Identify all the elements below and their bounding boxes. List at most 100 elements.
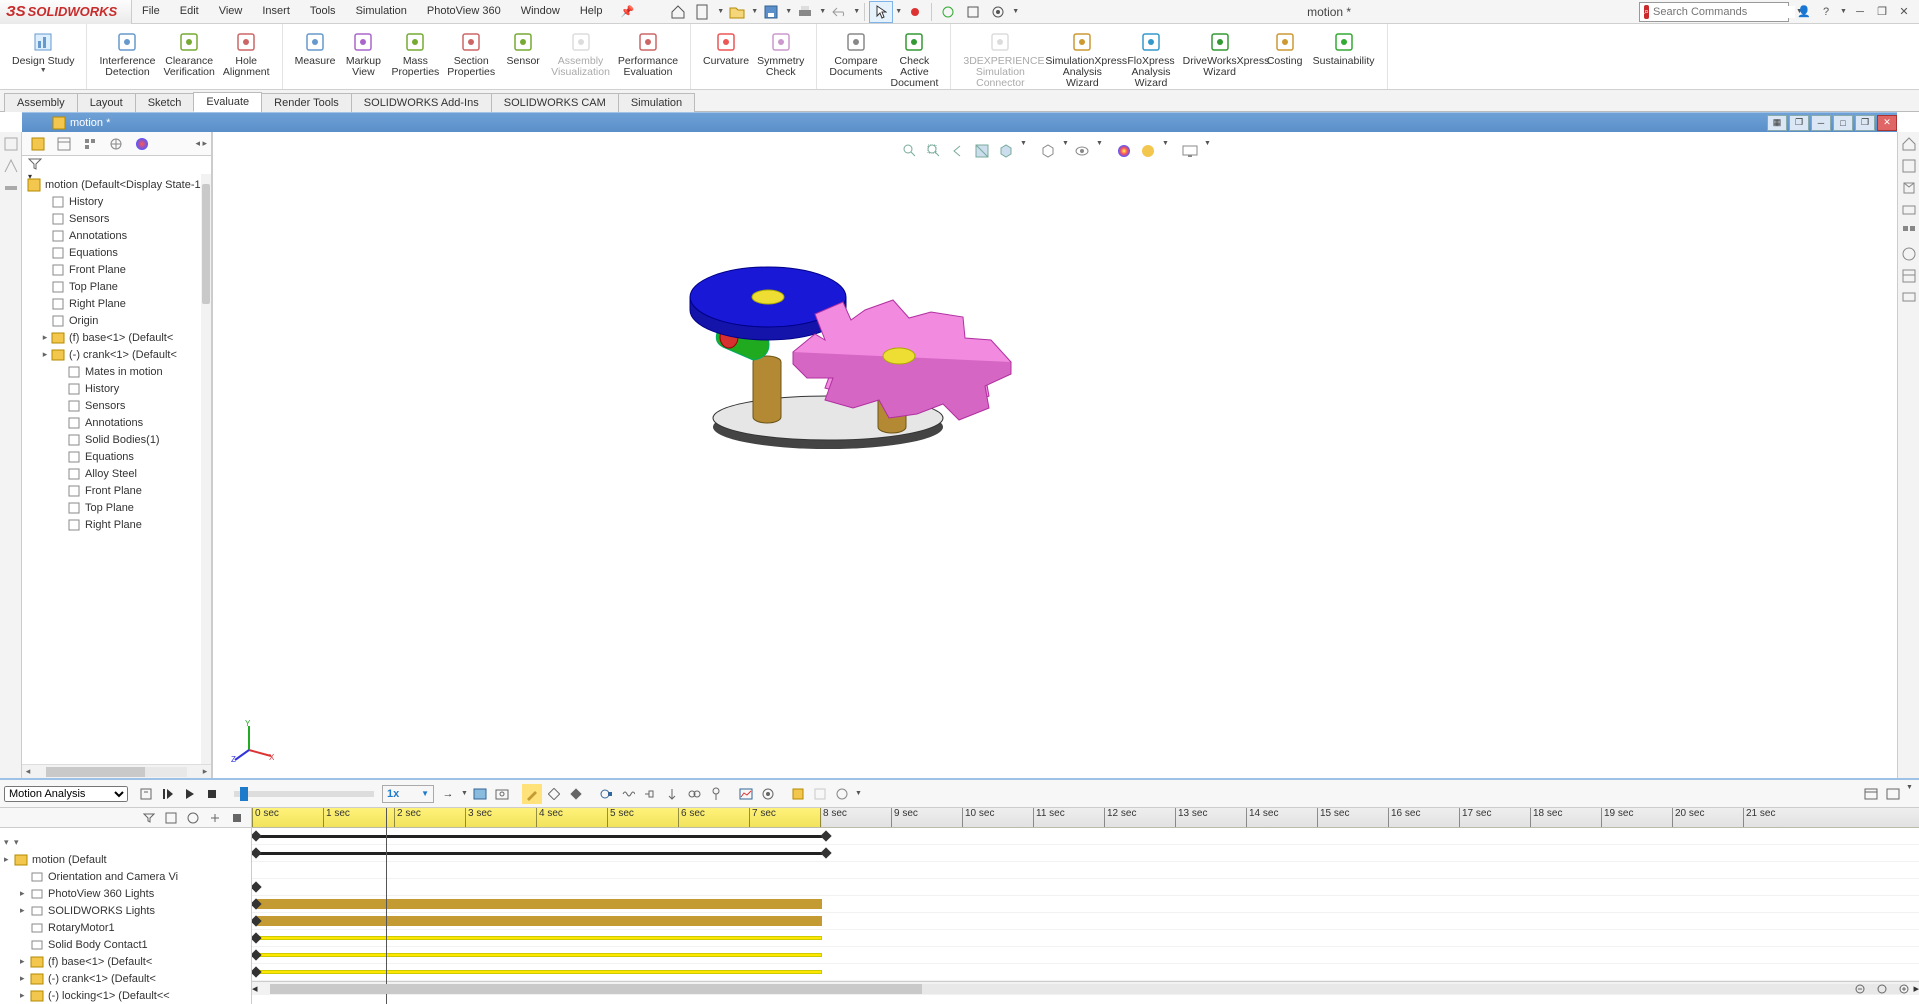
minimize-icon[interactable]: ─ <box>1851 4 1869 20</box>
appearances-icon[interactable] <box>1901 246 1917 262</box>
doc-close-icon[interactable]: ✕ <box>1877 115 1897 131</box>
fm-node[interactable]: Right Plane <box>22 516 211 533</box>
add-key-icon[interactable] <box>566 784 586 804</box>
home-icon[interactable] <box>666 1 690 23</box>
fm-hscrollbar[interactable]: ◂▸ <box>22 764 211 778</box>
settings-icon[interactable] <box>986 1 1010 23</box>
tab-assembly[interactable]: Assembly <box>4 93 78 112</box>
open-icon[interactable] <box>725 1 749 23</box>
gutter-icon[interactable] <box>3 136 19 152</box>
zoom-area-icon[interactable] <box>923 140 945 162</box>
fm-tab-display[interactable] <box>130 134 154 154</box>
timeline-hscrollbar[interactable]: ◂▸ <box>252 981 1919 995</box>
fm-node[interactable]: Annotations <box>22 227 211 244</box>
timeline-row[interactable] <box>252 947 1919 964</box>
user-icon[interactable]: 👤 <box>1795 4 1813 20</box>
undo-icon[interactable] <box>827 1 851 23</box>
motion-settings-icon[interactable] <box>758 784 778 804</box>
mt-icon[interactable] <box>183 808 203 828</box>
graphics-viewport[interactable]: ▼ ▼ ▼ ▼ ▼ <box>212 132 1897 778</box>
ribbon-simulationxpress-analysis-wizard[interactable]: SimulationXpressAnalysisWizard <box>1041 28 1123 91</box>
ribbon-curvature[interactable]: Curvature <box>699 28 753 80</box>
fm-node[interactable]: ▸(f) base<1> (Default< <box>22 329 211 346</box>
custom-props-icon[interactable] <box>1901 268 1917 284</box>
snapshot-icon[interactable] <box>492 784 512 804</box>
gutter-icon[interactable] <box>3 158 19 174</box>
timeline-ruler[interactable]: 0 sec1 sec2 sec3 sec4 sec5 sec6 sec7 sec… <box>252 808 1919 828</box>
tab-render-tools[interactable]: Render Tools <box>261 93 352 112</box>
play-from-start-icon[interactable] <box>158 784 178 804</box>
fm-root[interactable]: motion (Default<Display State-1>) <box>22 176 211 193</box>
motion-tree-node[interactable]: ▸SOLIDWORKS Lights <box>0 902 251 919</box>
edit-appearance-icon[interactable] <box>1113 140 1135 162</box>
fm-node[interactable]: Equations <box>22 244 211 261</box>
fm-filter[interactable]: ▾ <box>22 156 211 174</box>
tab-solidworks-cam[interactable]: SOLIDWORKS CAM <box>491 93 619 112</box>
display-style-icon[interactable] <box>1037 140 1059 162</box>
motion-tree-node[interactable]: RotaryMotor1 <box>0 919 251 936</box>
collapse-icon[interactable] <box>1861 784 1881 804</box>
timeline-row[interactable] <box>252 879 1919 896</box>
timeline-row[interactable] <box>252 964 1919 981</box>
expand-icon[interactable] <box>1883 784 1903 804</box>
fm-node[interactable]: Alloy Steel <box>22 465 211 482</box>
menu-photoview360[interactable]: PhotoView 360 <box>417 1 511 22</box>
timeline-row[interactable] <box>252 913 1919 930</box>
fm-node[interactable]: Sensors <box>22 210 211 227</box>
save-icon[interactable] <box>759 1 783 23</box>
view-palette-icon[interactable] <box>1901 224 1917 240</box>
force-icon[interactable] <box>662 784 682 804</box>
motion-tree-node[interactable]: Solid Body Contact1 <box>0 936 251 953</box>
select-icon[interactable] <box>869 1 893 23</box>
ribbon-clearance-verification[interactable]: ClearanceVerification <box>160 28 219 80</box>
timeline-row[interactable] <box>252 930 1919 947</box>
ribbon-driveworksxpress-wizard[interactable]: DriveWorksXpressWizard <box>1179 28 1261 91</box>
hide-show-icon[interactable] <box>1071 140 1093 162</box>
rebuild-icon[interactable] <box>936 1 960 23</box>
fm-tab-property[interactable] <box>52 134 76 154</box>
menu-view[interactable]: View <box>209 1 253 22</box>
ribbon-mass-properties[interactable]: MassProperties <box>387 28 443 80</box>
search-input[interactable] <box>1653 6 1795 18</box>
help-icon[interactable]: ? <box>1817 4 1835 20</box>
ribbon-interference-detection[interactable]: InterferenceDetection <box>95 28 159 80</box>
gravity-icon[interactable] <box>706 784 726 804</box>
design-study-button[interactable]: Design Study ▼ <box>8 28 78 76</box>
tab-solidworks-add-ins[interactable]: SOLIDWORKS Add-Ins <box>351 93 492 112</box>
playback-speed[interactable]: 1x▼ <box>382 785 434 803</box>
pin-icon[interactable]: 📌 <box>612 1 642 22</box>
apply-scene-icon[interactable] <box>1137 140 1159 162</box>
timeline[interactable]: 0 sec1 sec2 sec3 sec4 sec5 sec6 sec7 sec… <box>252 808 1919 1004</box>
ribbon-performance-evaluation[interactable]: PerformanceEvaluation <box>614 28 682 80</box>
tab-evaluate[interactable]: Evaluate <box>193 92 262 112</box>
ribbon-sensor[interactable]: Sensor <box>499 28 547 80</box>
mt-icon[interactable] <box>205 808 225 828</box>
fm-node[interactable]: Top Plane <box>22 278 211 295</box>
fm-node[interactable]: Annotations <box>22 414 211 431</box>
ribbon-sustainability[interactable]: Sustainability <box>1309 28 1379 91</box>
motion-tree-node[interactable]: ▸(-) locking<1> (Default<< <box>0 987 251 1004</box>
timeline-row[interactable] <box>252 896 1919 913</box>
timeline-row[interactable] <box>252 845 1919 862</box>
ribbon-costing[interactable]: Costing <box>1261 28 1309 91</box>
ribbon-floxpress-analysis-wizard[interactable]: FloXpressAnalysisWizard <box>1123 28 1178 91</box>
gutter-icon[interactable] <box>3 180 19 196</box>
play-icon[interactable] <box>180 784 200 804</box>
tab-simulation[interactable]: Simulation <box>618 93 695 112</box>
mesh-icon[interactable] <box>810 784 830 804</box>
save-animation-icon[interactable] <box>470 784 490 804</box>
motion-tree-node[interactable]: ▸(f) base<1> (Default< <box>0 953 251 970</box>
playhead[interactable] <box>386 808 387 1004</box>
filter-icon[interactable] <box>139 808 159 828</box>
restore-icon[interactable]: ❐ <box>1873 4 1891 20</box>
fm-node[interactable]: History <box>22 193 211 210</box>
autokey-icon[interactable] <box>544 784 564 804</box>
doc-cascade-icon[interactable]: ❐ <box>1789 115 1809 131</box>
playback-slider[interactable] <box>234 791 374 797</box>
prev-view-icon[interactable] <box>947 140 969 162</box>
sim-setup-icon[interactable] <box>788 784 808 804</box>
zoom-in-icon[interactable] <box>1895 980 1915 1000</box>
fm-node[interactable]: Solid Bodies(1) <box>22 431 211 448</box>
section-view-icon[interactable] <box>971 140 993 162</box>
motion-tree-node[interactable]: ▸(-) crank<1> (Default< <box>0 970 251 987</box>
